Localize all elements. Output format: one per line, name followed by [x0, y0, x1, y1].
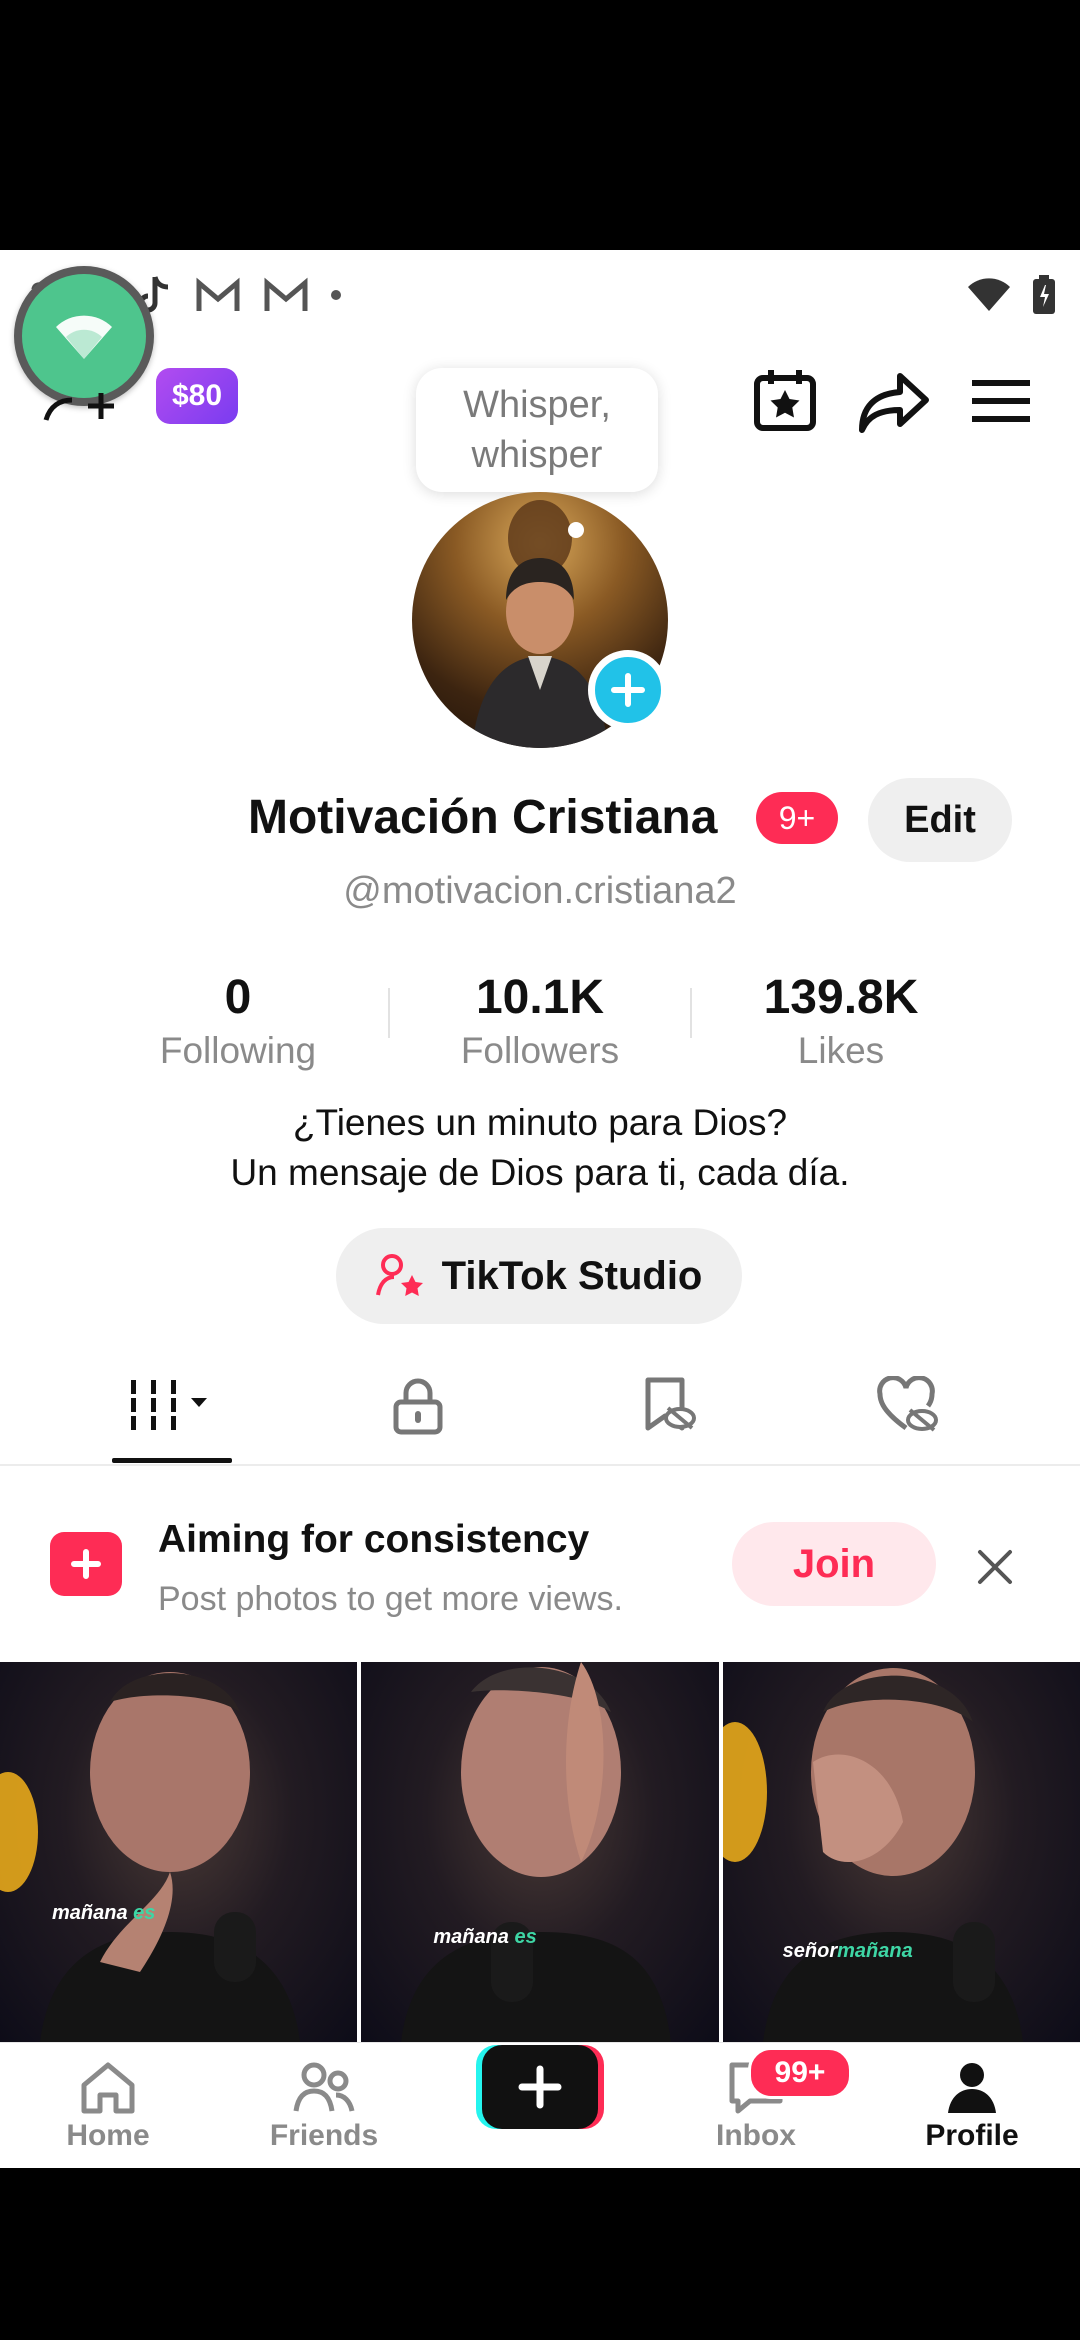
- share-icon: [859, 373, 929, 433]
- tabs-divider: [0, 1464, 1080, 1466]
- display-name: Motivación Cristiana: [248, 791, 718, 844]
- stat-divider: [388, 988, 390, 1038]
- video-caption-accent: es: [508, 1926, 537, 1948]
- coin-balance-badge[interactable]: $80: [156, 368, 238, 424]
- inbox-badge: 99+: [748, 2047, 852, 2099]
- add-friend-icon: [43, 393, 114, 421]
- create-button[interactable]: [476, 2045, 604, 2129]
- video-frame: [0, 1672, 300, 2042]
- followers-count: 10.1K: [475, 971, 605, 1024]
- stat-divider: [690, 988, 692, 1038]
- add-story-button[interactable]: [588, 650, 668, 730]
- menu-button[interactable]: [970, 376, 1032, 426]
- bio-line1: ¿Tienes un minuto para Dios?: [292, 1102, 788, 1143]
- dot-icon: [330, 290, 341, 300]
- status-bar-right: [966, 270, 1056, 320]
- video-thumbnail[interactable]: mañana es: [0, 1662, 358, 2042]
- video-thumbnail[interactable]: señormañana: [722, 1662, 1080, 2042]
- promo-subtitle: Post photos to get more views.: [158, 1580, 623, 1618]
- tiktok-studio-label: TikTok Studio: [441, 1253, 703, 1298]
- video-thumbnail[interactable]: mañana es: [361, 1662, 719, 2042]
- nav-profile[interactable]: Profile: [872, 2043, 1072, 2168]
- video-frame: [722, 1668, 1023, 2042]
- promo-icon: [50, 1532, 122, 1596]
- nav-profile-label: Profile: [925, 2119, 1019, 2152]
- whisper-line1: Whisper,: [463, 384, 611, 426]
- likes-label: Likes: [797, 1030, 885, 1071]
- video-caption: señor: [782, 1940, 838, 1962]
- add-friend-button[interactable]: [40, 376, 116, 424]
- nav-friends[interactable]: Friends: [224, 2043, 424, 2168]
- video-grid: mañana es mañana es señormañana: [0, 1662, 1080, 2042]
- plus-icon: [611, 673, 645, 707]
- creator-star-icon: [375, 1254, 423, 1296]
- nav-friends-label: Friends: [269, 2119, 379, 2152]
- edit-profile-button[interactable]: Edit: [868, 778, 1012, 862]
- gmail-icon: [195, 277, 241, 313]
- whisper-line2: whisper: [471, 434, 603, 476]
- video-frame: [401, 1662, 672, 2042]
- nav-home-label: Home: [66, 2119, 150, 2152]
- menu-icon: [972, 380, 1030, 422]
- stat-likes[interactable]: 139.8K Likes: [711, 970, 971, 1076]
- close-promo-button[interactable]: [972, 1544, 1018, 1590]
- stat-following[interactable]: 0 Following: [108, 970, 368, 1076]
- close-icon: [978, 1550, 1012, 1584]
- bottom-nav: Home Friends Inbox 99+ Profile: [0, 2042, 1080, 2168]
- calendar-star-icon: [754, 370, 816, 431]
- wifi-icon: [966, 277, 1012, 313]
- nav-inbox-label: Inbox: [716, 2119, 796, 2152]
- video-caption-accent: es: [127, 1902, 156, 1924]
- video-caption: mañana: [52, 1902, 128, 1924]
- video-caption-accent: mañana: [837, 1940, 913, 1962]
- lock-icon: [393, 1378, 443, 1435]
- likes-count: 139.8K: [763, 971, 919, 1024]
- following-label: Following: [159, 1030, 317, 1071]
- battery-icon: [1032, 275, 1056, 315]
- friends-icon: [293, 2062, 355, 2112]
- tab-liked[interactable]: [848, 1368, 968, 1444]
- join-button[interactable]: Join: [732, 1522, 936, 1606]
- videos-grid-icon: [131, 1380, 207, 1430]
- bio: ¿Tienes un minuto para Dios? Un mensaje …: [0, 1098, 1080, 1198]
- username: @motivacion.cristiana2: [343, 870, 737, 912]
- gmail-icon: [263, 277, 309, 313]
- add-photo-icon: [71, 1549, 101, 1579]
- wifi-icon: [56, 315, 112, 359]
- heart-hidden-icon: [877, 1376, 938, 1432]
- stat-followers[interactable]: 10.1K Followers: [410, 970, 670, 1076]
- whisper-bubble[interactable]: Whisper, whisper: [416, 368, 658, 492]
- promo-title: Aiming for consistency: [158, 1518, 590, 1561]
- calendar-button[interactable]: [752, 368, 818, 434]
- home-icon: [81, 2062, 135, 2114]
- tab-saved[interactable]: [608, 1368, 728, 1444]
- notification-badge[interactable]: 9+: [756, 792, 838, 844]
- tiktok-studio-button[interactable]: TikTok Studio: [336, 1228, 742, 1324]
- tab-private[interactable]: [358, 1368, 478, 1444]
- tab-videos[interactable]: [112, 1368, 232, 1444]
- profile-icon: [948, 2063, 996, 2113]
- following-count: 0: [224, 971, 252, 1024]
- tiktok-profile-screen: ? $80: [0, 250, 1080, 2168]
- share-profile-button[interactable]: [858, 370, 930, 434]
- bio-line2: Un mensaje de Dios para ti, cada día.: [230, 1152, 850, 1193]
- active-tab-indicator: [112, 1458, 232, 1463]
- followers-label: Followers: [460, 1030, 620, 1071]
- video-caption: mañana: [433, 1926, 509, 1948]
- create-plus-icon: [476, 2045, 604, 2129]
- whisper-pointer-dot: [568, 522, 584, 538]
- nav-home[interactable]: Home: [8, 2043, 208, 2168]
- bookmark-hidden-icon: [645, 1377, 696, 1431]
